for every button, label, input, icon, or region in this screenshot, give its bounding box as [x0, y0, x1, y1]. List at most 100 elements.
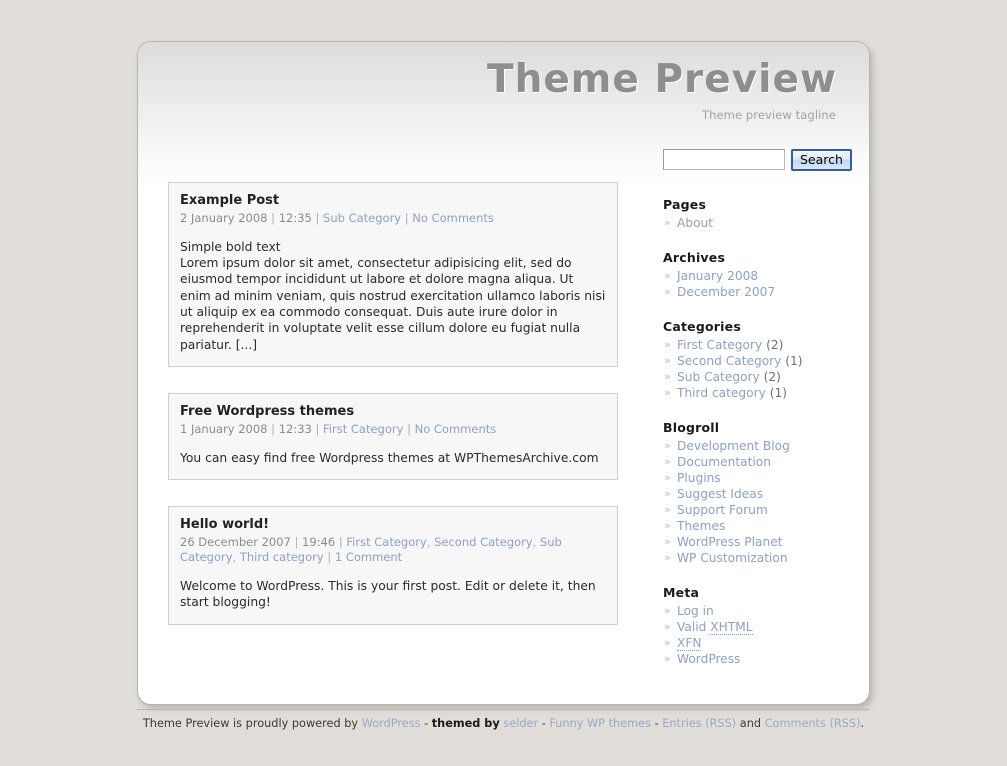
post-body-line: You can easy find free Wordpress themes … [180, 450, 599, 465]
meta-separator: | [271, 210, 276, 225]
list-item[interactable]: » Sub Category (2) [663, 369, 863, 385]
chevron-double-right-icon: » [664, 535, 671, 548]
post-title[interactable]: Hello world! [180, 517, 606, 534]
list-item[interactable]: » Valid XHTML [663, 619, 863, 635]
list-item[interactable]: » XFN [663, 635, 863, 651]
sidebar-link[interactable]: About [677, 216, 713, 230]
chevron-double-right-icon: » [664, 551, 671, 564]
site-title[interactable]: Theme Preview [168, 57, 839, 103]
post-category-link[interactable]: Sub Category [323, 211, 401, 225]
post-time: 12:33 [278, 421, 312, 436]
list-item[interactable]: » December 2007 [663, 284, 863, 300]
meta-separator: | [294, 535, 299, 550]
sidebar-block-meta: Meta » Log in » Valid XHTML » XFN » WordPres… [663, 585, 863, 667]
sidebar-list: » Development Blog » Documentation » Plugin… [663, 438, 863, 566]
sidebar-heading: Archives [663, 250, 726, 265]
sidebar-heading: Meta [663, 585, 700, 600]
search-input[interactable] [663, 149, 785, 170]
footer-period: . [860, 717, 865, 730]
sidebar-link[interactable]: Development Blog [677, 439, 790, 453]
chevron-double-right-icon: » [664, 439, 671, 452]
footer-link-selder[interactable]: selder [503, 717, 538, 730]
post-category-link[interactable]: First Category [323, 422, 403, 436]
post-title[interactable]: Example Post [180, 193, 606, 210]
sidebar-link-login[interactable]: Log in [677, 604, 714, 618]
sidebar-link[interactable]: Suggest Ideas [677, 487, 763, 501]
post-title[interactable]: Free Wordpress themes [180, 404, 606, 421]
post-body-line: Simple bold text [180, 239, 281, 254]
list-item[interactable]: » Plugins [663, 470, 863, 486]
meta-separator: | [327, 550, 332, 565]
chevron-double-right-icon: » [664, 354, 671, 367]
sidebar-block-categories: Categories » First Category (2) » Second C… [663, 319, 863, 401]
sidebar-list: » January 2008 » December 2007 [663, 268, 863, 300]
site-container: Theme Preview Theme preview tagline Exam… [137, 41, 870, 705]
list-item[interactable]: » About [663, 215, 863, 231]
list-item[interactable]: » Third category (1) [663, 385, 863, 401]
meta-separator: | [271, 421, 276, 436]
search-form: Search [663, 149, 863, 171]
sidebar-link[interactable]: Documentation [677, 455, 771, 469]
meta-comma: , [232, 550, 237, 565]
post-category-link[interactable]: Second Category [434, 535, 533, 549]
footer-link-comments-rss[interactable]: Comments (RSS) [765, 717, 861, 730]
sidebar-link[interactable]: January 2008 [677, 269, 758, 283]
sidebar-link[interactable]: Sub Category [677, 370, 760, 384]
meta-separator: | [315, 210, 320, 225]
chevron-double-right-icon: » [664, 386, 671, 399]
list-item[interactable]: » Documentation [663, 454, 863, 470]
list-item[interactable]: » Development Blog [663, 438, 863, 454]
sidebar: Search Pages » About Archives » January 20… [663, 149, 863, 686]
chevron-double-right-icon: » [664, 503, 671, 516]
list-item[interactable]: » WP Customization [663, 550, 863, 566]
post-category-link[interactable]: Third category [240, 550, 324, 564]
post-comments-link[interactable]: No Comments [415, 422, 497, 436]
list-item[interactable]: » Suggest Ideas [663, 486, 863, 502]
footer-and: and [739, 717, 762, 730]
sidebar-link[interactable]: Third category [677, 386, 766, 400]
chevron-double-right-icon: » [664, 269, 671, 282]
footer-dash: - [424, 717, 429, 730]
sidebar-link-wordpress[interactable]: WordPress [677, 652, 740, 666]
list-item[interactable]: » January 2008 [663, 268, 863, 284]
sidebar-link[interactable]: WordPress Planet [677, 535, 782, 549]
sidebar-count: (1) [785, 354, 803, 368]
chevron-double-right-icon: » [664, 370, 671, 383]
sidebar-link[interactable]: Plugins [677, 471, 721, 485]
footer-link-entries-rss[interactable]: Entries (RSS) [662, 717, 736, 730]
post-item: Example Post 2 January 2008 | 12:35 | Su… [168, 182, 618, 367]
post-comments-link[interactable]: 1 Comment [335, 550, 402, 564]
list-item[interactable]: » WordPress Planet [663, 534, 863, 550]
search-button[interactable]: Search [791, 149, 852, 171]
sidebar-block-pages: Pages » About [663, 197, 863, 231]
chevron-double-right-icon: » [664, 636, 671, 649]
sidebar-link[interactable]: First Category [677, 338, 762, 352]
chevron-double-right-icon: » [664, 216, 671, 229]
sidebar-heading: Blogroll [663, 420, 720, 435]
chevron-double-right-icon: » [664, 285, 671, 298]
list-item[interactable]: » Themes [663, 518, 863, 534]
chevron-double-right-icon: » [664, 338, 671, 351]
list-item[interactable]: » Support Forum [663, 502, 863, 518]
list-item[interactable]: » First Category (2) [663, 337, 863, 353]
post-category-link[interactable]: First Category [346, 535, 426, 549]
sidebar-link[interactable]: Themes [677, 519, 725, 533]
post-body-line: Lorem ipsum dolor sit amet, consectetur … [180, 256, 606, 352]
abbr-xfn: XFN [677, 636, 702, 651]
post-comments-link[interactable]: No Comments [412, 211, 494, 225]
footer-link-funny-wp-themes[interactable]: Funny WP themes [549, 717, 651, 730]
sidebar-heading: Categories [663, 319, 741, 334]
sidebar-link-valid-xhtml[interactable]: Valid XHTML [677, 620, 753, 635]
list-item[interactable]: » Log in [663, 603, 863, 619]
list-item[interactable]: » Second Category (1) [663, 353, 863, 369]
list-item[interactable]: » WordPress [663, 651, 863, 667]
sidebar-count: (2) [766, 338, 784, 352]
meta-separator: | [404, 210, 409, 225]
sidebar-link[interactable]: WP Customization [677, 551, 788, 565]
sidebar-link[interactable]: Second Category [677, 354, 781, 368]
sidebar-link[interactable]: December 2007 [677, 285, 775, 299]
sidebar-link-xfn[interactable]: XFN [677, 636, 702, 651]
footer-link-wordpress[interactable]: WordPress [362, 717, 421, 730]
sidebar-link[interactable]: Support Forum [677, 503, 768, 517]
meta-comma: , [532, 535, 537, 550]
